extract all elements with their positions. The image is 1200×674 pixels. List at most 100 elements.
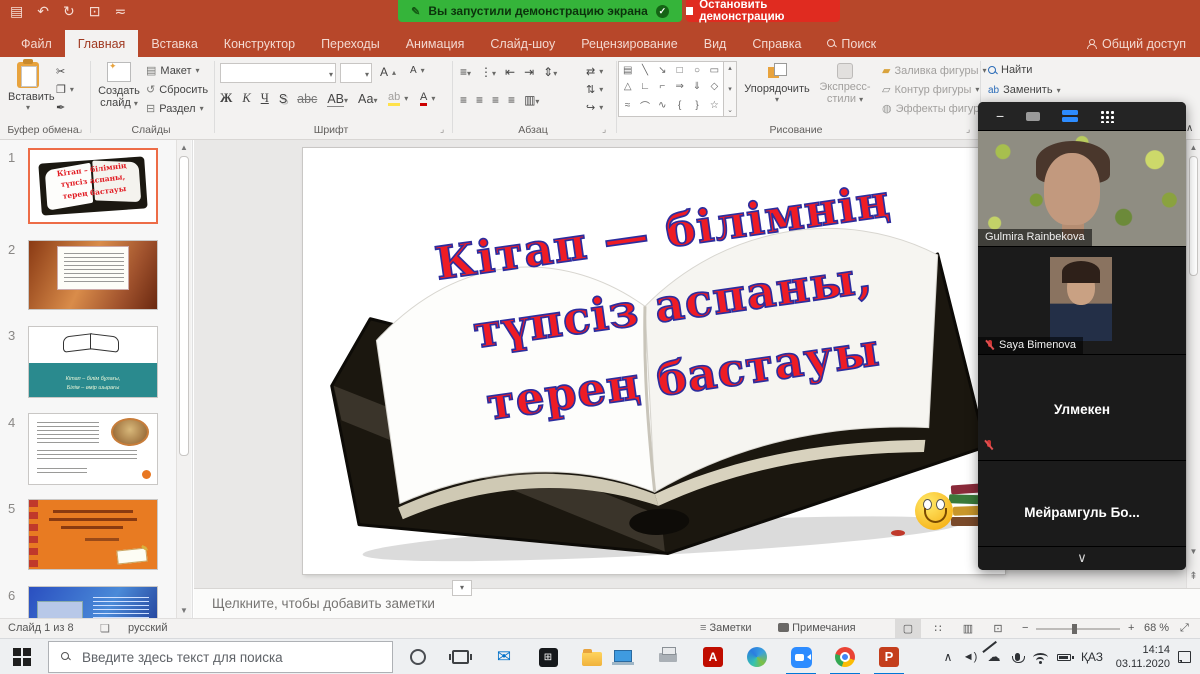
align-left-button[interactable]: ≡	[460, 93, 467, 107]
cut-button[interactable]: ✂	[56, 65, 65, 78]
zoom-in-button[interactable]: +	[1128, 622, 1134, 634]
shape-left-brace-icon[interactable]: {	[678, 100, 681, 111]
italic-button[interactable]: К	[242, 91, 250, 106]
previous-slide-button[interactable]: ⇞	[1187, 571, 1200, 582]
participant-tile-1[interactable]: Gulmira Rainbekova	[978, 130, 1186, 246]
shapes-gallery-scroll[interactable]: ▴ ▾ ⌄	[724, 61, 737, 117]
shape-right-arrow-icon[interactable]: ⇒	[675, 81, 683, 92]
shrink-font-button[interactable]: А▾	[410, 65, 425, 76]
printer-app-button[interactable]	[648, 639, 688, 674]
arrange-button[interactable]: Упорядочить ▾	[742, 63, 812, 104]
tab-home[interactable]: Главная	[65, 30, 139, 57]
quick-styles-button[interactable]: Экспресс- стили ▾	[816, 63, 874, 105]
taskbar-search-input[interactable]	[82, 650, 362, 665]
tab-slideshow[interactable]: Слайд-шоу	[477, 30, 568, 57]
shapes-gallery[interactable]: ▤ ╲ ↘ □ ○ ▭ △ ∟ ⌐ ⇒ ⇓ ◇ ≈ ⌒ ∿ { } ☆	[618, 61, 724, 117]
chrome-app-button[interactable]	[825, 639, 865, 674]
wifi-icon[interactable]	[1028, 639, 1052, 674]
highlight-button[interactable]: ab▾	[388, 91, 408, 106]
start-slideshow-icon[interactable]: ⊡	[89, 3, 101, 20]
scroll-thumb[interactable]	[1189, 156, 1198, 276]
main-scrollbar[interactable]: ▲ ▼ ⇞ ⇟	[1186, 140, 1200, 618]
shape-callout-icon[interactable]: ◇	[710, 81, 718, 92]
shape-star-icon[interactable]: ☆	[710, 100, 719, 111]
taskbar-search[interactable]	[48, 641, 393, 673]
notes-collapse-button[interactable]: ▾	[452, 580, 472, 596]
slide-sorter-button[interactable]: ∷	[925, 619, 951, 639]
shape-elbow-icon[interactable]: ∟	[640, 81, 650, 92]
numbering-button[interactable]: ⋮▾	[480, 65, 496, 79]
collapse-ribbon-button[interactable]: ∧	[1186, 123, 1193, 134]
tab-review[interactable]: Рецензирование	[568, 30, 691, 57]
clipboard-dialog-launcher[interactable]: ⌟	[78, 124, 82, 135]
shape-arc-icon[interactable]: ⌒	[640, 98, 650, 113]
font-size-combo[interactable]: ▾	[340, 63, 372, 83]
shape-down-arrow-icon[interactable]: ⇓	[693, 81, 701, 92]
grow-font-button[interactable]: А▴	[380, 65, 396, 79]
shape-triangle-icon[interactable]: △	[624, 81, 632, 92]
slide-canvas[interactable]: Кітап — білімнің түпсіз аспаны, терең ба…	[303, 148, 1005, 574]
taskbar-clock[interactable]: 14:14 03.11.2020	[1108, 643, 1170, 671]
accessibility-icon[interactable]: ❏	[100, 622, 110, 635]
font-color-button[interactable]: А▾	[420, 91, 435, 106]
font-dialog-launcher[interactable]: ⌟	[440, 124, 444, 135]
text-shadow-button[interactable]: S	[279, 92, 287, 106]
thumbnail-slide-4[interactable]	[28, 413, 158, 485]
paragraph-dialog-launcher[interactable]: ⌟	[602, 124, 606, 135]
shape-arrow-icon[interactable]: ↘	[658, 65, 666, 76]
shape-connector-icon[interactable]: ⌐	[659, 81, 665, 92]
microphone-tray-icon[interactable]	[1006, 639, 1028, 674]
start-button[interactable]	[2, 639, 42, 674]
zoom-out-button[interactable]: −	[1022, 622, 1028, 634]
tab-file[interactable]: Файл	[8, 30, 65, 57]
bold-button[interactable]: Ж	[220, 91, 232, 106]
tab-view[interactable]: Вид	[691, 30, 740, 57]
undo-icon[interactable]: ↶	[37, 3, 49, 20]
font-name-combo[interactable]: ▾	[220, 63, 336, 83]
thumbnail-slide-3[interactable]: Кітап – білім бұлағы,Білім – өмір шырағы	[28, 326, 158, 398]
smartart-button[interactable]: ↪▾	[586, 101, 603, 114]
participant-tile-2[interactable]: Saya Bimenova	[978, 246, 1186, 354]
shape-line-icon[interactable]: ╲	[642, 65, 648, 76]
volume-icon[interactable]: ◄)	[958, 639, 982, 674]
shape-roundrect-icon[interactable]: ▭	[710, 65, 719, 76]
gallery-down-icon[interactable]: ▾	[728, 85, 732, 93]
edge-app-button[interactable]	[737, 639, 777, 674]
zoom-participants-panel[interactable]: − Gulmira Rainbekova Saya Bimenova Улмек…	[978, 102, 1186, 570]
share-button[interactable]: Общий доступ	[1086, 30, 1186, 57]
notes-toggle[interactable]: ≡ Заметки	[700, 622, 752, 634]
zoom-slider-thumb[interactable]	[1072, 624, 1077, 634]
indent-button[interactable]: ⇥	[524, 65, 534, 79]
tab-help[interactable]: Справка	[739, 30, 814, 57]
new-slide-button[interactable]: Создать слайд ▾	[96, 62, 142, 109]
gallery-up-icon[interactable]: ▴	[728, 64, 732, 72]
align-center-button[interactable]: ≡	[476, 93, 483, 107]
zoom-active-view-icon[interactable]	[1062, 110, 1078, 123]
align-text-button[interactable]: ⇅▾	[586, 83, 603, 96]
outdent-button[interactable]: ⇤	[505, 65, 515, 79]
zoom-percentage[interactable]: 68 %	[1144, 622, 1169, 634]
zoom-slider[interactable]	[1036, 628, 1120, 630]
comments-toggle[interactable]: Примечания	[778, 622, 856, 634]
thumb-scroll-down-icon[interactable]: ▼	[177, 606, 191, 615]
tab-transitions[interactable]: Переходы	[308, 30, 393, 57]
shape-textbox-icon[interactable]: ▤	[623, 65, 632, 76]
zoom-app-button[interactable]	[781, 639, 821, 674]
tray-expand-button[interactable]: ∧	[938, 639, 958, 674]
shape-rect-icon[interactable]: □	[677, 65, 683, 76]
align-right-button[interactable]: ≡	[492, 93, 499, 107]
participant-tile-3[interactable]: Улмекен	[978, 354, 1186, 460]
text-direction-button[interactable]: ⇄▾	[586, 65, 603, 78]
collapse-participants-button[interactable]: ∨	[1077, 550, 1087, 565]
participant-tile-4[interactable]: Мейрамгуль Бо...	[978, 460, 1186, 546]
shape-fill-button[interactable]: ▰Заливка фигуры▾	[882, 64, 987, 77]
reset-button[interactable]: ↺Сбросить	[146, 83, 208, 96]
char-spacing-button[interactable]: АВ▾	[327, 92, 348, 106]
normal-view-button[interactable]: ▢	[895, 619, 921, 639]
copy-button[interactable]: ❐▾	[56, 83, 74, 96]
format-painter-button[interactable]: ✒	[56, 101, 65, 114]
notes-placeholder[interactable]: Щелкните, чтобы добавить заметки	[212, 596, 435, 611]
change-case-button[interactable]: Аа▾	[358, 92, 377, 106]
task-view-button[interactable]	[440, 639, 480, 674]
fit-to-window-button[interactable]: ⤢	[1180, 622, 1189, 635]
